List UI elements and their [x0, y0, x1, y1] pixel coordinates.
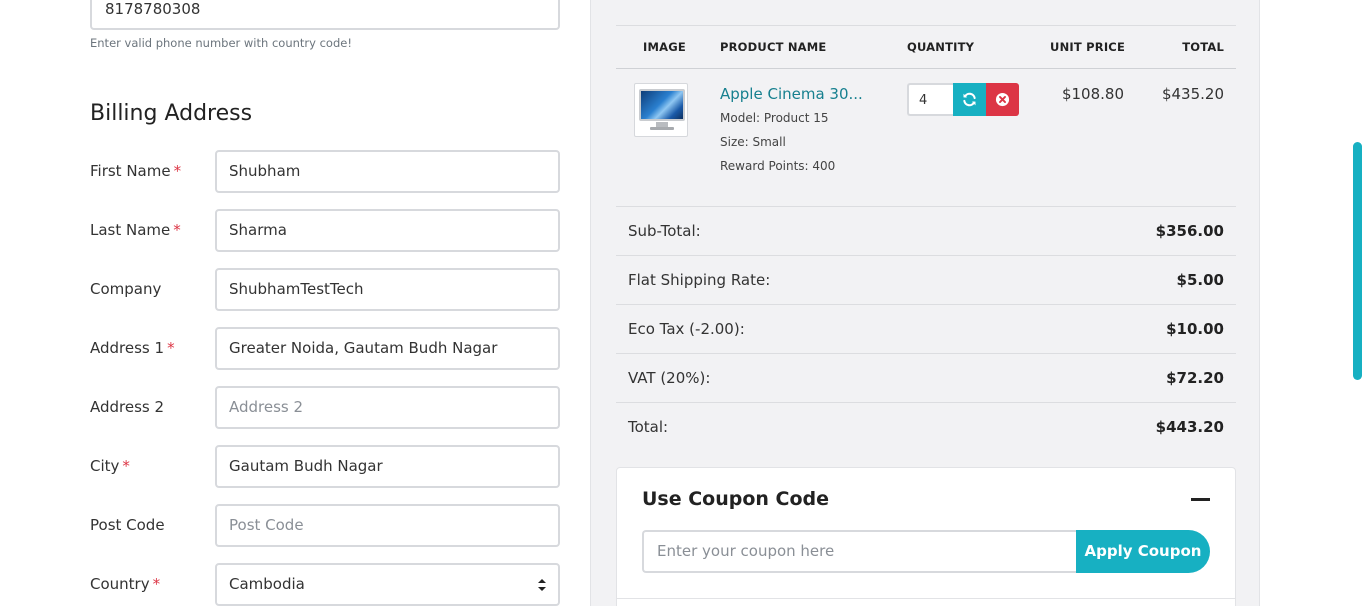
- eco-tax-row: Eco Tax (-2.00): $10.00: [616, 305, 1236, 354]
- apply-coupon-button[interactable]: Apply Coupon: [1076, 530, 1210, 573]
- header-quantity: QUANTITY: [907, 40, 975, 54]
- checkout-page: 8178780308 Enter valid phone number with…: [0, 0, 1366, 606]
- product-name-link[interactable]: Apple Cinema 30...: [720, 85, 863, 103]
- address-2-row: Address 2 Address 2: [90, 386, 560, 429]
- telephone-input[interactable]: 8178780308: [90, 0, 560, 30]
- required-marker: *: [167, 339, 175, 357]
- coupon-input[interactable]: Enter your coupon here: [642, 530, 1078, 573]
- vat-row: VAT (20%): $72.20: [616, 354, 1236, 403]
- address-1-label: Address 1 *: [90, 339, 175, 357]
- header-unit-price: UNIT PRICE: [1050, 40, 1125, 54]
- eco-tax-value: $10.00: [1166, 320, 1224, 338]
- subtotal-value: $356.00: [1155, 222, 1224, 240]
- first-name-label: First Name *: [90, 162, 182, 180]
- city-label: City *: [90, 457, 130, 475]
- remove-item-button[interactable]: [986, 83, 1019, 116]
- eco-tax-label: Eco Tax (-2.00):: [628, 320, 745, 338]
- last-name-label: Last Name *: [90, 221, 181, 239]
- table-row: Apple Cinema 30... Model: Product 15 Siz…: [616, 69, 1236, 207]
- post-code-input[interactable]: Post Code: [215, 504, 560, 547]
- cart-table: IMAGE PRODUCT NAME QUANTITY UNIT PRICE T…: [616, 25, 1236, 452]
- shipping-value: $5.00: [1176, 271, 1224, 289]
- header-total: TOTAL: [1182, 40, 1224, 54]
- first-name-row: First Name * Shubham: [90, 150, 560, 193]
- city-input[interactable]: Gautam Budh Nagar: [215, 445, 560, 488]
- header-image: IMAGE: [643, 40, 686, 54]
- cart-panel: IMAGE PRODUCT NAME QUANTITY UNIT PRICE T…: [590, 0, 1260, 606]
- update-quantity-button[interactable]: [953, 83, 986, 116]
- telephone-help-text: Enter valid phone number with country co…: [90, 36, 352, 50]
- product-reward-points: Reward Points: 400: [720, 159, 836, 173]
- monitor-image-icon: [639, 89, 685, 121]
- coupon-divider: [617, 598, 1235, 599]
- address-1-input[interactable]: Greater Noida, Gautam Budh Nagar: [215, 327, 560, 370]
- company-label: Company: [90, 280, 162, 298]
- minus-icon[interactable]: [1191, 498, 1210, 501]
- coupon-title: Use Coupon Code: [642, 488, 830, 510]
- last-name-input[interactable]: Sharma: [215, 209, 560, 252]
- product-thumbnail[interactable]: [634, 83, 688, 137]
- vat-label: VAT (20%):: [628, 369, 711, 387]
- post-code-row: Post Code Post Code: [90, 504, 560, 547]
- quantity-input[interactable]: 4: [907, 83, 955, 116]
- subtotal-label: Sub-Total:: [628, 222, 701, 240]
- required-marker: *: [152, 575, 161, 593]
- monitor-base: [650, 127, 674, 130]
- select-arrows-icon: [538, 579, 546, 591]
- coupon-card: Use Coupon Code Enter your coupon here A…: [616, 467, 1236, 606]
- header-product-name: PRODUCT NAME: [720, 40, 827, 54]
- billing-address-heading: Billing Address: [90, 101, 253, 126]
- cart-table-header: IMAGE PRODUCT NAME QUANTITY UNIT PRICE T…: [616, 25, 1236, 69]
- address-1-row: Address 1 * Greater Noida, Gautam Budh Na…: [90, 327, 560, 370]
- country-row: Country * Cambodia: [90, 563, 560, 606]
- first-name-input[interactable]: Shubham: [215, 150, 560, 193]
- country-label: Country *: [90, 575, 161, 593]
- line-total: $435.20: [1161, 85, 1224, 103]
- total-value: $443.20: [1155, 418, 1224, 436]
- required-marker: *: [173, 162, 182, 180]
- scrollbar-thumb[interactable]: [1353, 142, 1362, 380]
- quantity-group: 4: [907, 83, 1019, 116]
- product-size: Size: Small: [720, 135, 786, 149]
- total-label: Total:: [628, 418, 669, 436]
- post-code-label: Post Code: [90, 516, 165, 534]
- company-row: Company ShubhamTestTech: [90, 268, 560, 311]
- last-name-row: Last Name * Sharma: [90, 209, 560, 252]
- country-select[interactable]: Cambodia: [215, 563, 560, 606]
- vat-value: $72.20: [1166, 369, 1224, 387]
- subtotal-row: Sub-Total: $356.00: [616, 207, 1236, 256]
- total-row: Total: $443.20: [616, 403, 1236, 452]
- shipping-label: Flat Shipping Rate:: [628, 271, 771, 289]
- shipping-row: Flat Shipping Rate: $5.00: [616, 256, 1236, 305]
- required-marker: *: [173, 221, 181, 239]
- address-2-label: Address 2: [90, 398, 165, 416]
- address-2-input[interactable]: Address 2: [215, 386, 560, 429]
- required-marker: *: [122, 457, 130, 475]
- country-selected-value: Cambodia: [229, 575, 305, 593]
- unit-price: $108.80: [1061, 85, 1124, 103]
- close-circle-icon: [995, 92, 1010, 107]
- refresh-icon: [963, 92, 976, 107]
- product-model: Model: Product 15: [720, 111, 829, 125]
- city-row: City * Gautam Budh Nagar: [90, 445, 560, 488]
- company-input[interactable]: ShubhamTestTech: [215, 268, 560, 311]
